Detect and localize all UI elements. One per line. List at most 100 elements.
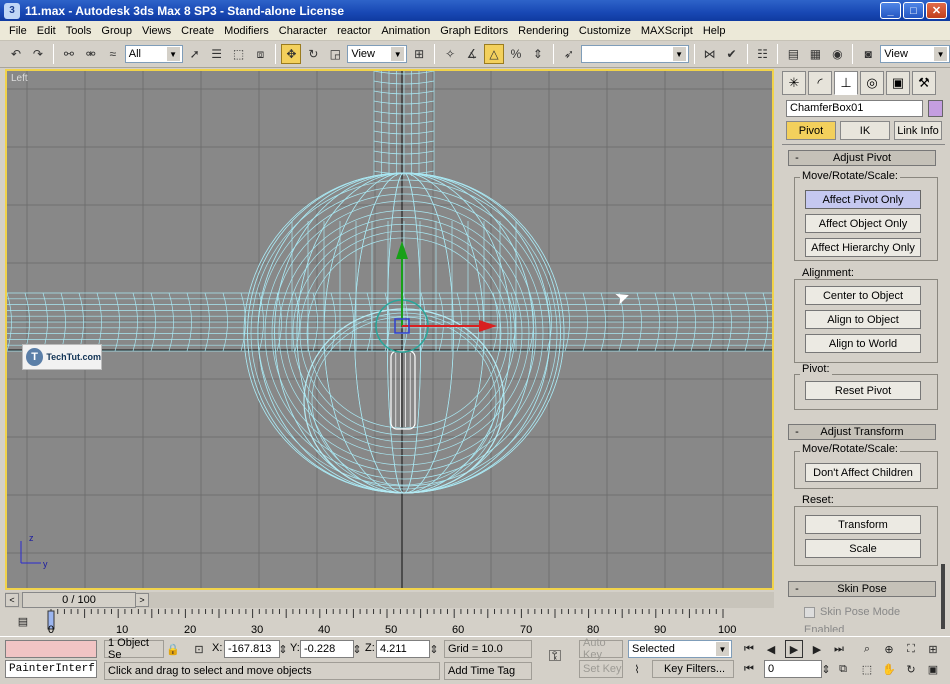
lock-selection-icon[interactable]: 🔒	[164, 640, 182, 658]
maximize-viewport-icon[interactable]: ▣	[924, 660, 942, 678]
maxscript-listener-mini[interactable]	[5, 640, 97, 658]
default-tangent-icon[interactable]: ⌇	[628, 660, 646, 678]
track-bar[interactable]: 0 10 20 30 40 50 60 70 80 90 100	[40, 609, 774, 636]
time-prev-icon[interactable]: <	[5, 593, 19, 607]
menu-tools[interactable]: Tools	[61, 25, 97, 37]
add-time-tag-button[interactable]: Add Time Tag	[444, 662, 532, 680]
key-mode-toggle-icon[interactable]: ⏮	[740, 660, 758, 678]
select-object-icon[interactable]: ➚	[185, 44, 205, 64]
rectangular-selection-icon[interactable]: ⬚	[229, 44, 249, 64]
window-crossing-icon[interactable]: ⧈	[251, 44, 271, 64]
y-coordinate-field[interactable]: -0.228	[300, 640, 354, 658]
absolute-mode-icon[interactable]: ⊡	[190, 640, 208, 658]
menu-animation[interactable]: Animation	[376, 25, 435, 37]
previous-frame-icon[interactable]: ◀	[762, 640, 780, 658]
curve-editor-icon[interactable]: ▤	[783, 44, 803, 64]
snaps-toggle-icon[interactable]: ∡	[462, 44, 482, 64]
spinner-icon[interactable]: ⇕	[429, 640, 438, 658]
time-slider[interactable]: < 0 / 100 >	[5, 592, 774, 608]
adjust-pivot-rollout[interactable]: - Adjust Pivot	[788, 150, 936, 166]
skin-pose-rollout[interactable]: - Skin Pose	[788, 581, 936, 597]
spinner-icon[interactable]: ⇕	[821, 660, 830, 678]
select-and-move-icon[interactable]: ✥	[281, 44, 302, 64]
affect-hierarchy-only-button[interactable]: Affect Hierarchy Only	[805, 238, 921, 257]
menu-modifiers[interactable]: Modifiers	[219, 25, 274, 37]
modify-tab-icon[interactable]: ◜	[808, 71, 832, 95]
select-and-link-icon[interactable]: ⚯	[59, 44, 79, 64]
motion-tab-icon[interactable]: ◎	[860, 71, 884, 95]
mirror-icon[interactable]: ⋈	[700, 44, 720, 64]
reset-pivot-button[interactable]: Reset Pivot	[805, 381, 921, 400]
time-next-icon[interactable]: >	[135, 593, 149, 607]
render-view-dropdown[interactable]: View ▼	[880, 45, 950, 63]
menu-maxscript[interactable]: MAXScript	[636, 25, 698, 37]
layer-manager-icon[interactable]: ☷	[753, 44, 773, 64]
viewport-canvas[interactable]: z y	[7, 71, 774, 590]
edit-named-selection-icon[interactable]: ➶	[559, 44, 579, 64]
layer-manager-small-icon[interactable]: ▤	[14, 612, 32, 630]
zoom-extents-icon[interactable]: ⛶	[902, 640, 920, 658]
pan-view-icon[interactable]: ✋	[880, 660, 898, 678]
skin-pose-mode-checkbox[interactable]: Skin Pose Mode	[804, 606, 900, 618]
menu-graph-editors[interactable]: Graph Editors	[435, 25, 513, 37]
zoom-region-icon[interactable]: ⬚	[858, 660, 876, 678]
tab-ik[interactable]: IK	[840, 121, 890, 140]
viewport-left[interactable]: z y Left T TechTut.com ➤	[5, 69, 774, 590]
pivot-center-icon[interactable]: ⊞	[409, 44, 429, 64]
set-key-key-icon[interactable]: ⚿	[540, 645, 570, 669]
zoom-icon[interactable]: ⌕	[858, 640, 876, 658]
menu-create[interactable]: Create	[176, 25, 219, 37]
menu-edit[interactable]: Edit	[32, 25, 61, 37]
align-icon[interactable]: ✔	[722, 44, 742, 64]
render-scene-icon[interactable]: ◙	[858, 44, 878, 64]
go-to-end-icon[interactable]: ⏭	[830, 640, 848, 658]
key-mode-dropdown[interactable]: Selected ▼	[628, 640, 732, 658]
affect-object-only-button[interactable]: Affect Object Only	[805, 214, 921, 233]
create-tab-icon[interactable]: ✳	[782, 71, 806, 95]
spinner-icon[interactable]: ⇕	[352, 640, 361, 658]
maximize-button[interactable]: □	[903, 2, 924, 19]
bind-space-warp-icon[interactable]: ≈	[103, 44, 123, 64]
adjust-transform-rollout[interactable]: - Adjust Transform	[788, 424, 936, 440]
hierarchy-tab-icon[interactable]: ⊥	[834, 71, 858, 95]
time-configuration-icon[interactable]: ⧉	[834, 660, 852, 678]
x-coordinate-field[interactable]: -167.813	[224, 640, 280, 658]
menu-file[interactable]: File	[4, 25, 32, 37]
select-and-scale-icon[interactable]: ◲	[325, 44, 345, 64]
center-to-object-button[interactable]: Center to Object	[805, 286, 921, 305]
arc-rotate-icon[interactable]: ↻	[902, 660, 920, 678]
minimize-button[interactable]: _	[880, 2, 901, 19]
named-selection-dropdown[interactable]: ▼	[580, 45, 689, 63]
spinner-icon[interactable]: ⇕	[278, 640, 287, 658]
reset-transform-button[interactable]: Transform	[805, 515, 921, 534]
affect-pivot-only-button[interactable]: Affect Pivot Only	[805, 190, 921, 209]
zoom-extents-all-icon[interactable]: ⊞	[924, 640, 942, 658]
selection-filter-dropdown[interactable]: All ▼	[124, 45, 183, 63]
auto-key-button[interactable]: Auto Key	[579, 637, 623, 661]
unlink-icon[interactable]: ⚮	[81, 44, 101, 64]
current-frame-field[interactable]: 0	[764, 660, 822, 678]
menu-customize[interactable]: Customize	[574, 25, 636, 37]
align-to-world-button[interactable]: Align to World	[805, 334, 921, 353]
menu-views[interactable]: Views	[137, 25, 176, 37]
spinner-snap-icon[interactable]: ⇕	[528, 44, 548, 64]
dont-affect-children-button[interactable]: Don't Affect Children	[805, 463, 921, 482]
select-and-rotate-icon[interactable]: ↻	[303, 44, 323, 64]
play-icon[interactable]: ▶	[785, 640, 803, 658]
panel-scrollbar[interactable]	[941, 564, 945, 629]
maxscript-mini-listener-field[interactable]: PainterInterf	[5, 660, 97, 678]
percent-snap-icon[interactable]: %	[506, 44, 526, 64]
redo-icon[interactable]: ↷	[28, 44, 48, 64]
reset-scale-button[interactable]: Scale	[805, 539, 921, 558]
align-to-object-button[interactable]: Align to Object	[805, 310, 921, 329]
undo-icon[interactable]: ↶	[6, 44, 26, 64]
set-key-button[interactable]: Set Key	[579, 660, 623, 678]
menu-character[interactable]: Character	[274, 25, 332, 37]
utilities-tab-icon[interactable]: ⚒	[912, 71, 936, 95]
app-icon[interactable]: 3	[4, 2, 20, 19]
close-button[interactable]: ✕	[926, 2, 947, 19]
viewport-label[interactable]: Left	[11, 73, 28, 84]
next-frame-icon[interactable]: ▶	[808, 640, 826, 658]
material-editor-icon[interactable]: ◉	[827, 44, 847, 64]
angle-snap-icon[interactable]: △	[484, 44, 504, 64]
